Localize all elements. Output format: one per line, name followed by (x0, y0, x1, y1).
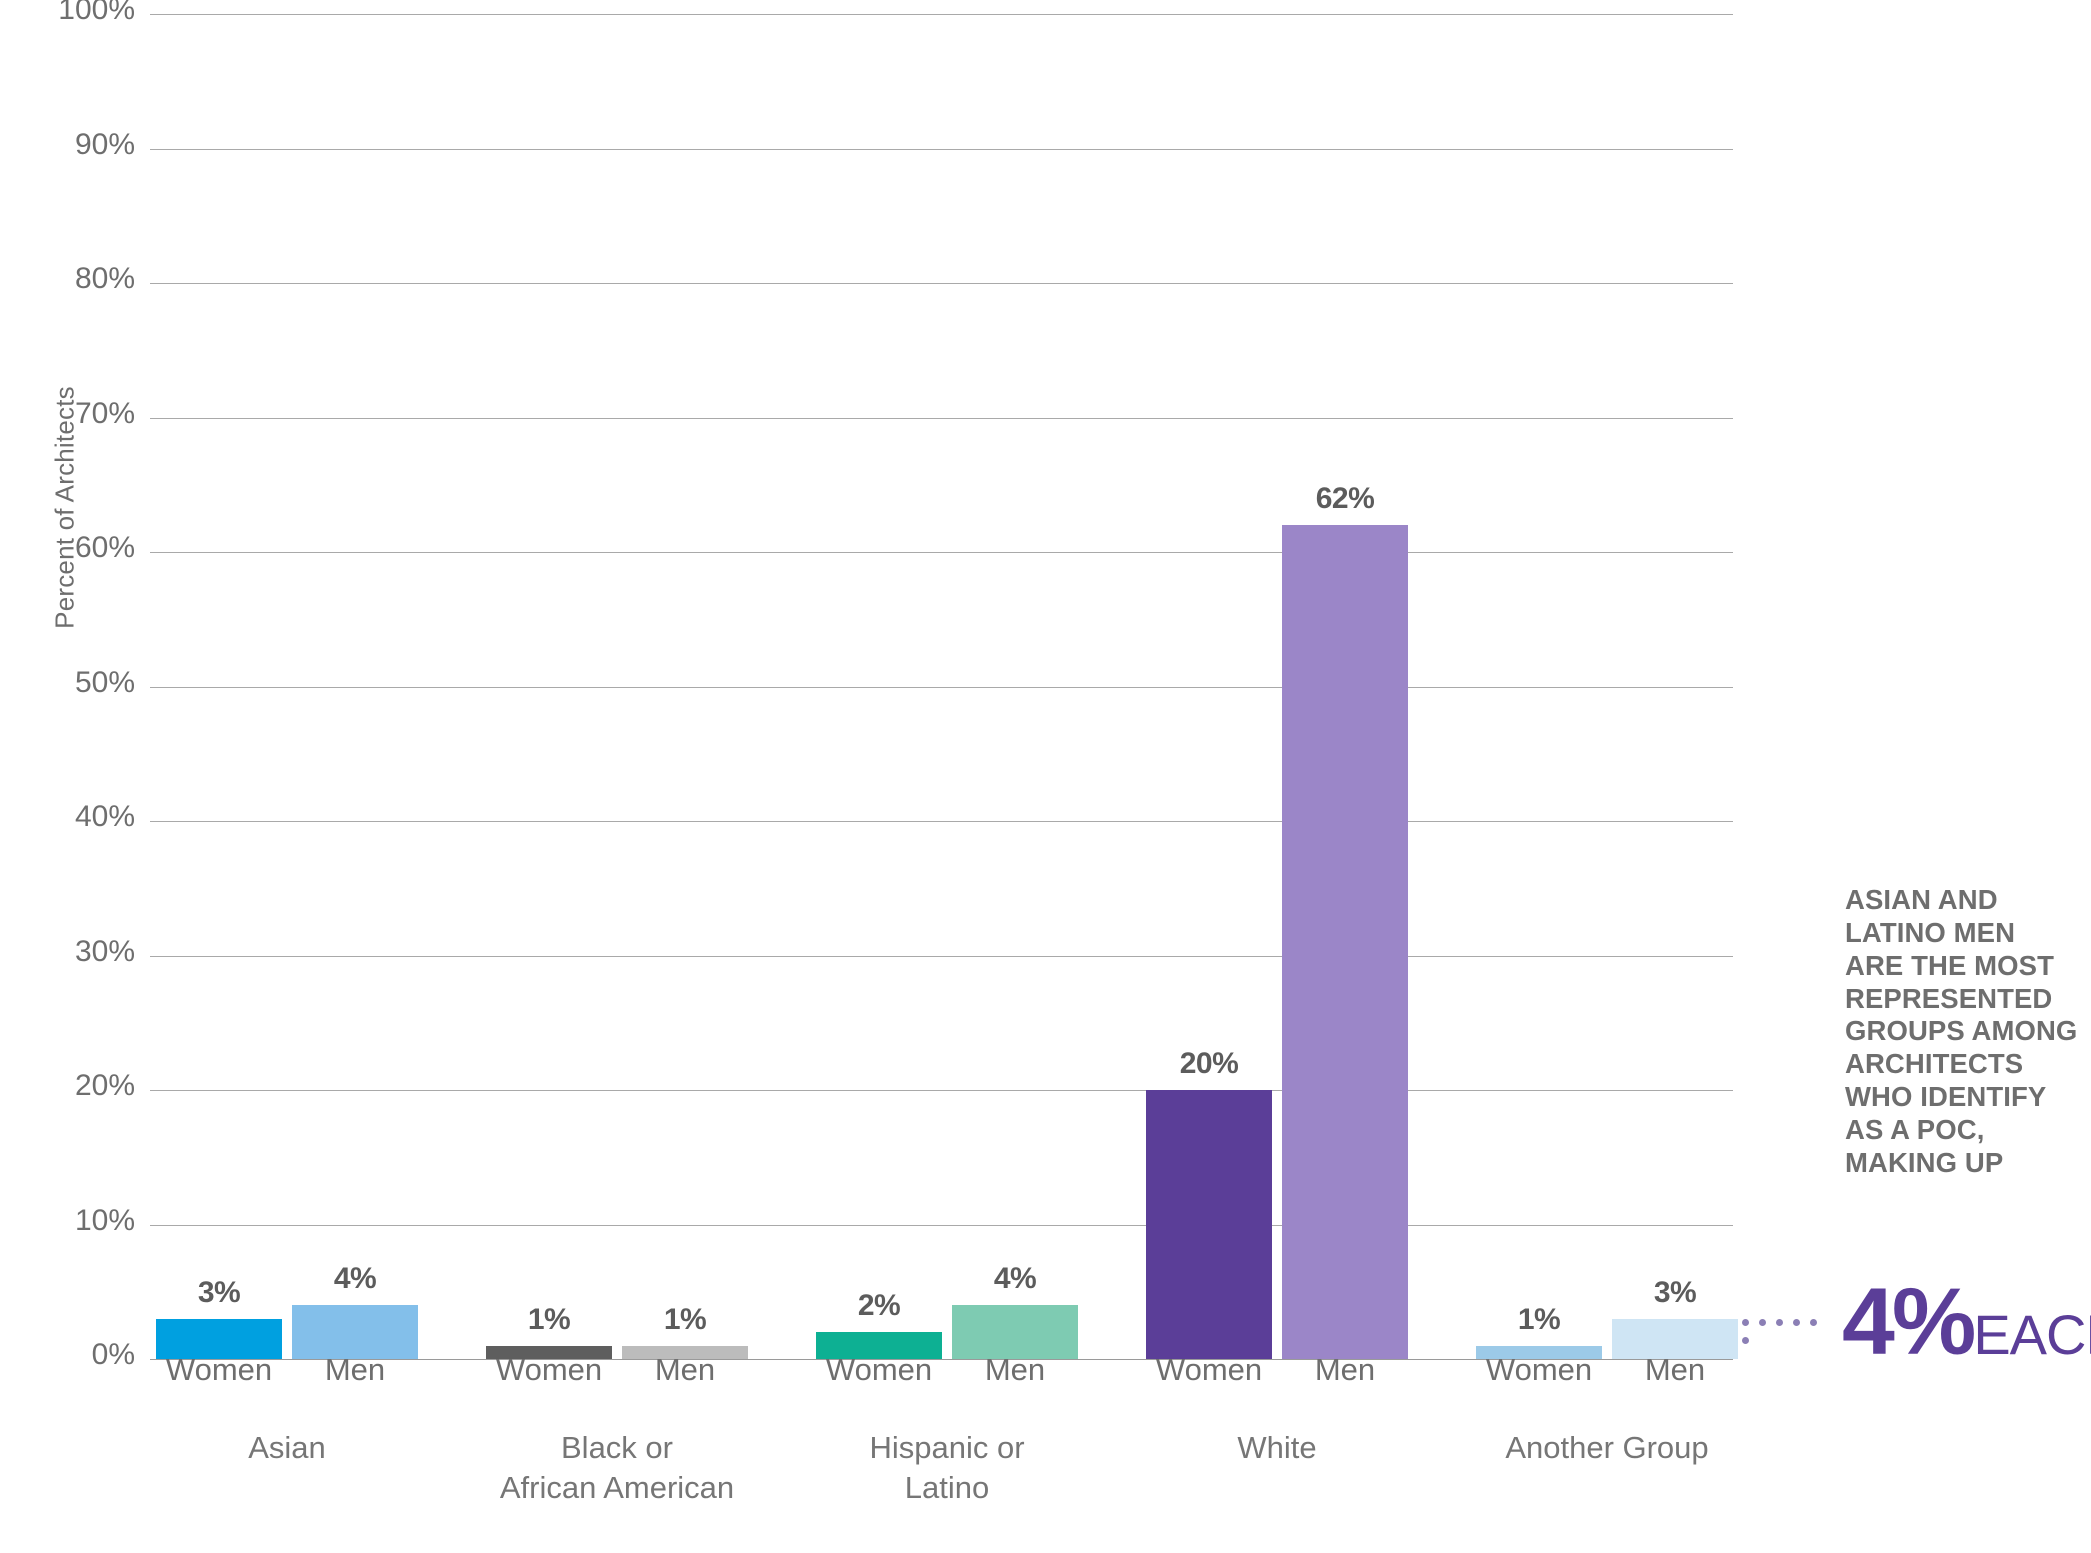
leader-dot (1793, 1319, 1800, 1326)
annotation-big-stat: 4%EACH (1842, 1275, 2091, 1370)
y-axis-tick-label: 100% (58, 0, 135, 26)
y-axis-tick-label: 70% (74, 396, 135, 430)
bar-value-label: 4% (993, 1262, 1037, 1296)
annotation-callout: ASIAN AND LATINO MEN ARE THE MOST REPRES… (1845, 884, 2091, 1180)
leader-dot (1742, 1337, 1749, 1344)
x-axis-sublabel-men: Men (654, 1352, 716, 1387)
leader-dot (1776, 1319, 1783, 1326)
x-axis-sublabel-men: Men (984, 1352, 1046, 1387)
callout-line-4: REPRESENTED (1845, 982, 2053, 1014)
callout-line-6: ARCHITECTS (1845, 1048, 2024, 1080)
callout-line-9: MAKING UP (1845, 1146, 2004, 1178)
y-axis-tick-label: 50% (74, 665, 135, 699)
x-axis-group-label: Another Group (1386, 1428, 1828, 1468)
y-axis-tick-label: 0% (91, 1338, 135, 1371)
callout-line-1: ASIAN AND (1845, 884, 1998, 915)
plot-area: 100% 90% 80% 70% 60% 50% 40% 30% 20% 10% 0% 3% 4% 1%… (58, 0, 1738, 1371)
y-axis-tick-label: 30% (74, 934, 135, 968)
callout-line-2: LATINO MEN (1845, 916, 2016, 948)
y-axis-tick-label: 90% (74, 127, 135, 161)
bar: 20% (1146, 1047, 1272, 1359)
callout-line-7: WHO IDENTIFY (1845, 1081, 2047, 1113)
y-axis-title: Percent of Architects (49, 386, 80, 629)
gridline (150, 1224, 1733, 1226)
gridline (150, 955, 1733, 957)
annotation-big-suffix: EACH (1973, 1303, 2091, 1366)
callout-line-5: GROUPS AMONG (1845, 1015, 2078, 1047)
bar-value-label: 1% (527, 1302, 571, 1336)
bar-value-label: 4% (333, 1262, 377, 1296)
gridline (150, 552, 1733, 553)
gridline (150, 1090, 1733, 1091)
y-axis-tick-label: 10% (74, 1203, 135, 1237)
leader-dot (1759, 1319, 1766, 1326)
gridline (150, 686, 1733, 688)
callout-line-3: ARE THE MOST (1845, 949, 2054, 981)
y-axis-tick-label: 80% (74, 262, 135, 295)
bar: 62% (1282, 482, 1408, 1359)
annotation-big-number: 4% (1842, 1269, 1976, 1375)
callout-line-8: AS A POC, (1845, 1114, 1985, 1146)
gridline (150, 417, 1733, 419)
group-label-line: Latino (904, 1469, 990, 1505)
bar-value-label: 1% (1517, 1302, 1561, 1336)
leader-dot (1810, 1319, 1817, 1326)
dotted-leader-line (1742, 1313, 1836, 1344)
x-axis-sublabel-men: Men (324, 1352, 386, 1387)
bar-value-label: 1% (663, 1302, 707, 1336)
y-axis-tick-label: 40% (74, 800, 135, 833)
x-axis-sublabel-men: Men (1314, 1352, 1376, 1387)
bar-value-label: 3% (1653, 1275, 1697, 1309)
bar-value-label: 20% (1179, 1047, 1239, 1080)
bar-value-label: 62% (1315, 482, 1375, 516)
x-axis-sublabel-men: Men (1644, 1352, 1706, 1387)
gridline (150, 283, 1733, 284)
bar: 4% (292, 1262, 418, 1359)
bar-value-label: 3% (197, 1275, 241, 1309)
annotation-text: ASIAN AND LATINO MEN ARE THE MOST REPRES… (1845, 884, 2091, 1180)
y-axis-tick-label: 20% (74, 1069, 135, 1102)
bar-value-label: 2% (857, 1289, 901, 1323)
gridline (150, 14, 1733, 15)
gridline (150, 148, 1733, 150)
y-axis-tick-label: 60% (74, 531, 135, 564)
gridline (150, 821, 1733, 822)
group-label-line: Another Group (1505, 1430, 1709, 1465)
chart-figure: Percent of Architects 100% 90% 80% 70% 60% 50… (0, 0, 2091, 1553)
leader-dot (1742, 1319, 1749, 1326)
bar: 4% (952, 1262, 1078, 1359)
